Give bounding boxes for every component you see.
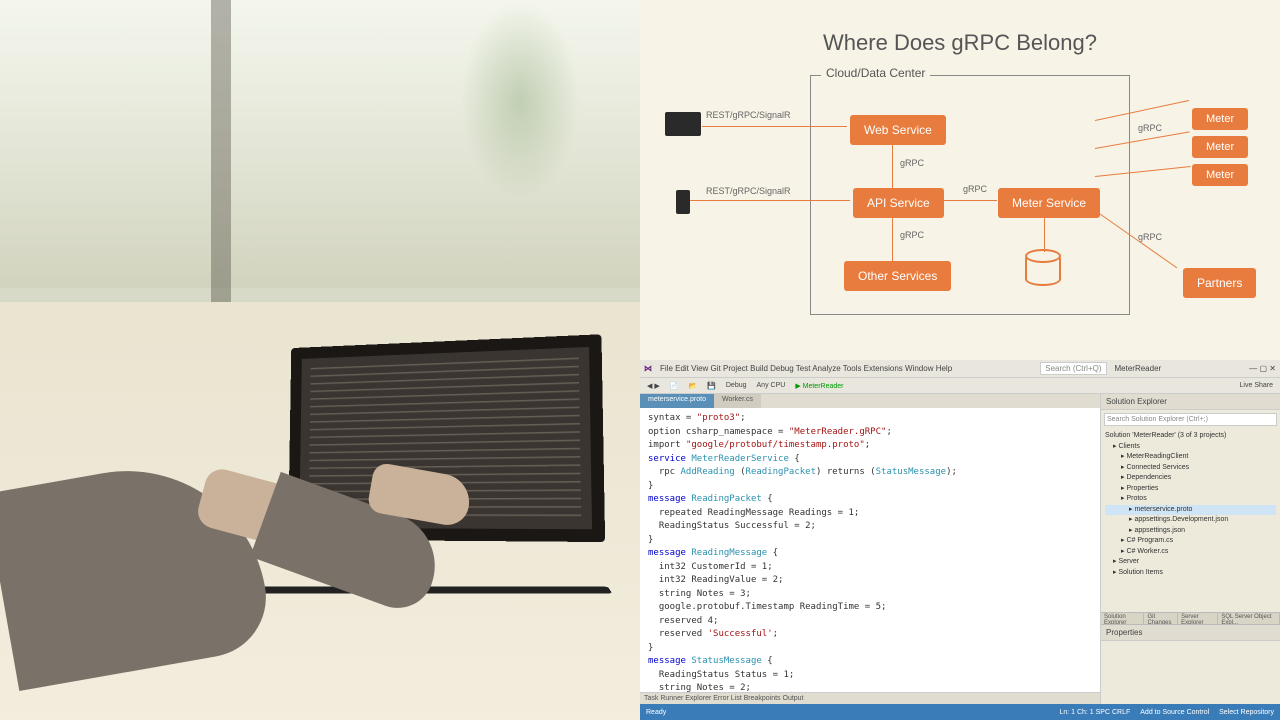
tree-item[interactable]: ▸ Solution Items	[1105, 568, 1276, 579]
window-controls[interactable]: — ▢ ✕	[1249, 364, 1276, 373]
label-grpc-5: gRPC	[1138, 232, 1162, 242]
tree-item[interactable]: Solution 'MeterReader' (3 of 3 projects)	[1105, 431, 1276, 442]
editor-tabs[interactable]: meterservice.protoWorker.cs	[640, 394, 1100, 408]
tree-item[interactable]: ▸ Dependencies	[1105, 473, 1276, 484]
conn-meter-db	[1044, 218, 1045, 252]
node-meter-service: Meter Service	[998, 188, 1100, 218]
status-ready: Ready	[646, 709, 666, 716]
solution-search[interactable]: Search Solution Explorer (Ctrl+;)	[1104, 413, 1277, 426]
node-other-services: Other Services	[844, 261, 951, 291]
toolbar-nav[interactable]: ◀ ▶	[644, 382, 663, 390]
label-grpc-4: gRPC	[1138, 123, 1162, 133]
conn-phone-api	[690, 200, 850, 201]
stock-photo	[0, 0, 640, 720]
editor-bottom-tabs[interactable]: Task Runner Explorer Error List Breakpoi…	[640, 692, 1100, 704]
visual-studio-ide: ⋈ File Edit View Git Project Build Debug…	[640, 360, 1280, 720]
tree-item[interactable]: ▸ Clients	[1105, 442, 1276, 453]
node-api-service: API Service	[853, 188, 944, 218]
properties-panel: Properties	[1101, 624, 1280, 704]
tree-item[interactable]: ▸ appsettings.json	[1105, 526, 1276, 537]
diagram-title: Where Does gRPC Belong?	[640, 0, 1280, 56]
vs-logo-icon: ⋈	[644, 364, 652, 373]
editor-tab[interactable]: Worker.cs	[714, 394, 761, 408]
tree-item[interactable]: ▸ Connected Services	[1105, 463, 1276, 474]
toolbar-new[interactable]: 📄	[667, 382, 682, 390]
phone-icon	[676, 190, 690, 214]
cloud-label: Cloud/Data Center	[821, 66, 930, 80]
node-meter-1: Meter	[1192, 108, 1248, 130]
toolbar-run[interactable]: ▶ MeterReader	[792, 382, 846, 390]
menu-items[interactable]: File Edit View Git Project Build Debug T…	[660, 364, 952, 373]
diagram-slide: Where Does gRPC Belong? Cloud/Data Cente…	[640, 0, 1280, 360]
solution-explorer: Solution Explorer Search Solution Explor…	[1100, 394, 1280, 704]
properties-title: Properties	[1101, 625, 1280, 641]
live-share-button[interactable]: Live Share	[1237, 382, 1276, 389]
add-source-control[interactable]: Add to Source Control	[1140, 709, 1209, 716]
ide-toolbar[interactable]: ◀ ▶ 📄 📂 💾 Debug Any CPU ▶ MeterReader Li…	[640, 378, 1280, 394]
tree-item[interactable]: ▸ meterservice.proto	[1105, 505, 1276, 516]
tree-item[interactable]: ▸ C# Program.cs	[1105, 536, 1276, 547]
toolbar-platform[interactable]: Any CPU	[754, 382, 789, 389]
node-meter-2: Meter	[1192, 136, 1248, 158]
tree-item[interactable]: ▸ Protos	[1105, 494, 1276, 505]
window-frame	[211, 0, 231, 302]
toolbar-save[interactable]: 💾	[704, 382, 719, 390]
node-partners: Partners	[1183, 268, 1256, 298]
toolbar-open[interactable]: 📂	[685, 382, 700, 390]
tree-item[interactable]: ▸ Properties	[1105, 484, 1276, 495]
tree-item[interactable]: ▸ appsettings.Development.json	[1105, 515, 1276, 526]
label-grpc-3: gRPC	[963, 184, 987, 194]
conn-web-api	[892, 145, 893, 189]
code-editor: meterservice.protoWorker.cs syntax = "pr…	[640, 394, 1100, 704]
sidebar-bottom-tabs[interactable]: Solution ExplorerGit ChangesServer Explo…	[1101, 612, 1280, 624]
conn-laptop-web	[702, 126, 847, 127]
project-label: MeterReader	[1115, 364, 1162, 373]
label-rest-1: REST/gRPC/SignalR	[706, 110, 791, 120]
label-grpc-1: gRPC	[900, 158, 924, 168]
node-meter-3: Meter	[1192, 164, 1248, 186]
status-position: Ln: 1 Ch: 1 SPC CRLF	[1059, 709, 1130, 716]
conn-api-other	[892, 218, 893, 262]
tree-item[interactable]: ▸ MeterReadingClient	[1105, 452, 1276, 463]
database-icon	[1025, 252, 1061, 286]
label-rest-2: REST/gRPC/SignalR	[706, 186, 791, 196]
ide-menubar: ⋈ File Edit View Git Project Build Debug…	[640, 360, 1280, 378]
code-area[interactable]: syntax = "proto3";option csharp_namespac…	[640, 408, 1100, 692]
solution-explorer-title: Solution Explorer	[1101, 394, 1280, 410]
ide-body: meterservice.protoWorker.cs syntax = "pr…	[640, 394, 1280, 704]
laptop-icon	[665, 112, 701, 136]
plant-decor	[460, 0, 580, 200]
content-panel: Where Does gRPC Belong? Cloud/Data Cente…	[640, 0, 1280, 720]
label-grpc-2: gRPC	[900, 230, 924, 240]
photo-panel	[0, 0, 640, 720]
node-web-service: Web Service	[850, 115, 946, 145]
tree-item[interactable]: ▸ C# Worker.cs	[1105, 547, 1276, 558]
search-box[interactable]: Search (Ctrl+Q)	[1040, 362, 1106, 375]
editor-tab[interactable]: meterservice.proto	[640, 394, 714, 408]
status-bar: Ready Ln: 1 Ch: 1 SPC CRLF Add to Source…	[640, 704, 1280, 720]
hands-illustration	[0, 390, 450, 670]
solution-tree[interactable]: Solution 'MeterReader' (3 of 3 projects)…	[1101, 429, 1280, 612]
tree-item[interactable]: ▸ Server	[1105, 557, 1276, 568]
select-repo[interactable]: Select Repository	[1219, 709, 1274, 716]
toolbar-config[interactable]: Debug	[723, 382, 750, 389]
conn-api-meter	[940, 200, 997, 201]
